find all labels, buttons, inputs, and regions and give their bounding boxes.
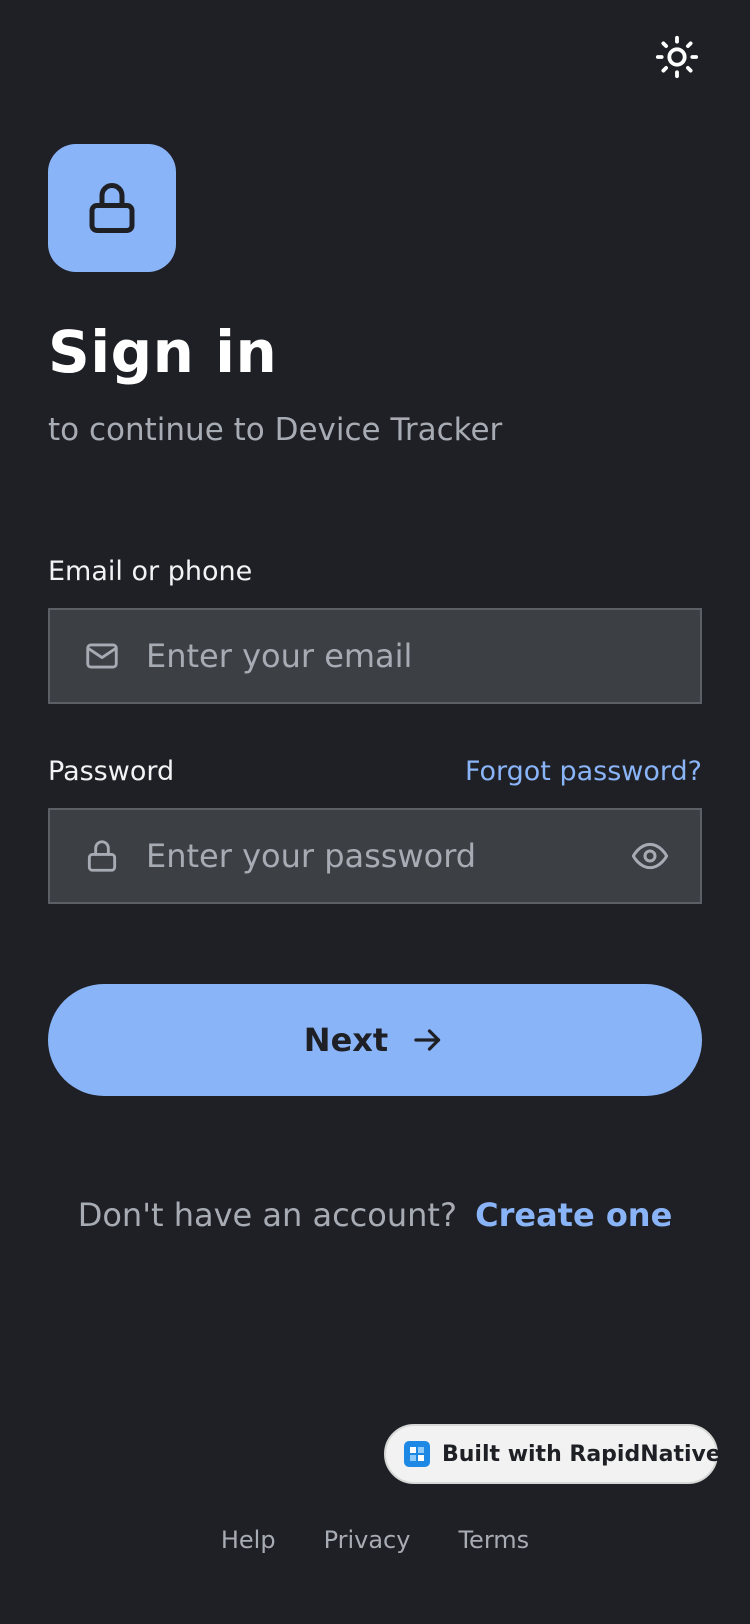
email-label: Email or phone xyxy=(48,556,253,587)
app-logo xyxy=(48,144,176,272)
page-title: Sign in xyxy=(48,318,278,386)
sun-icon xyxy=(655,35,699,79)
lock-icon xyxy=(89,183,135,233)
next-button-label: Next xyxy=(303,1021,389,1059)
arrow-right-icon xyxy=(410,1022,446,1058)
eye-icon xyxy=(631,842,669,870)
mail-icon xyxy=(82,636,122,676)
built-with-label: Built with RapidNative xyxy=(442,1441,721,1467)
password-field-container xyxy=(48,808,702,904)
page-subtitle: to continue to Device Tracker xyxy=(48,412,503,448)
signup-prompt: Don't have an account? xyxy=(77,1196,457,1234)
built-with-badge[interactable]: Built with RapidNative xyxy=(384,1424,721,1484)
email-field-container xyxy=(48,608,702,704)
email-input[interactable] xyxy=(146,610,700,702)
password-label: Password xyxy=(48,756,175,787)
sign-in-screen: Sign in to continue to Device Tracker Em… xyxy=(0,0,750,1624)
show-password-button[interactable] xyxy=(628,834,672,878)
lock-icon xyxy=(82,836,122,876)
next-button[interactable]: Next xyxy=(48,984,702,1096)
footer-links: Help Privacy Terms xyxy=(0,1526,750,1554)
signup-prompt-row: Don't have an account? Create one xyxy=(0,1196,750,1234)
footer-link-privacy[interactable]: Privacy xyxy=(324,1526,411,1554)
theme-toggle-button[interactable] xyxy=(652,32,702,82)
rapidnative-logo-icon xyxy=(404,1441,430,1467)
forgot-password-link[interactable]: Forgot password? xyxy=(465,756,702,787)
password-input[interactable] xyxy=(146,810,628,902)
footer-link-help[interactable]: Help xyxy=(221,1526,276,1554)
create-account-link[interactable]: Create one xyxy=(475,1196,672,1234)
footer-link-terms[interactable]: Terms xyxy=(458,1526,529,1554)
